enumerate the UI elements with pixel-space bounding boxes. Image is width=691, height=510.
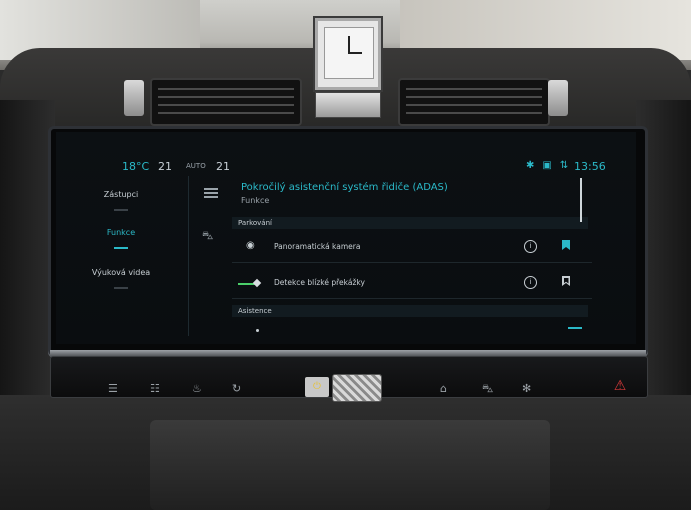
chevron-down-icon [114,241,128,249]
chevron-down-icon [114,281,128,289]
section-header-parking: Parkování [232,217,588,229]
volume-knob[interactable] [332,374,382,402]
nav-item-tutorial-videos[interactable]: Výuková videa [76,268,166,289]
nav-item-shortcuts[interactable]: Zástupci [76,190,166,211]
rear-defrost-icon[interactable]: ☰ [108,382,118,395]
left-nav: Zástupci Funkce Výuková videa [56,172,186,344]
phone-icon: ▣ [542,160,560,171]
car-category-icon[interactable]: ⛍ [202,229,213,244]
bluetooth-icon: ✱ [526,160,543,171]
list-item-label: Detekce blízké překážky [274,278,365,287]
clock-emblem [315,92,381,118]
settings-icon[interactable]: i [524,240,537,253]
bookmark-icon[interactable] [562,276,570,286]
vent-knob-left[interactable] [124,80,144,116]
nav-divider [188,176,189,336]
clock-time: 13:56 [574,160,606,173]
front-defrost-icon[interactable]: ☷ [150,382,160,395]
list-item-panoramic-camera[interactable]: ◉ Panoramatická kamera i [232,232,592,263]
toggle-indicator-icon [252,278,262,288]
fan-icon[interactable]: ✻ [522,382,531,395]
seat-heat-icon[interactable]: ♨ [192,382,202,395]
hazard-button[interactable]: ⚠ [608,375,632,397]
air-vent-left[interactable] [150,78,302,126]
nav-item-label: Zástupci [103,190,139,199]
clock-face [324,27,374,79]
nav-item-functions[interactable]: Funkce [76,228,166,249]
bottom-indicator [568,327,582,329]
bookmark-icon[interactable] [562,240,570,250]
page-title: Pokročilý asistenční systém řidiče (ADAS… [241,182,448,193]
auto-mode-label[interactable]: AUTO [186,162,206,170]
power-button[interactable]: ⏻ [305,377,329,397]
list-item-label: Panoramatická kamera [274,242,361,251]
page-dot [256,329,259,332]
vent-knob-right[interactable] [548,80,568,116]
center-console [150,420,550,510]
chevron-down-icon [114,203,128,211]
nav-item-label: Funkce [106,228,136,237]
menu-icon[interactable] [204,188,218,198]
list-item-obstacle-detection[interactable]: Detekce blízké překážky i [232,268,592,299]
nav-item-label: Výuková videa [91,268,151,277]
home-icon[interactable]: ⌂ [440,382,447,395]
air-vent-right[interactable] [398,78,550,126]
dashboard-clock [315,18,381,90]
temperature-right[interactable]: 21 [216,160,230,173]
car-icon[interactable]: ⛍ [482,382,493,397]
scrollbar[interactable] [580,178,582,222]
status-bar [56,132,636,162]
recirculation-icon[interactable]: ↻ [232,382,241,395]
page-subtitle: Funkce [241,196,270,205]
camera-icon: ◉ [246,240,255,251]
infotainment-screen: 18°C 21 AUTO 21 ✱▣⇅ 13:56 Zástupci Funkc… [56,132,636,344]
status-icons: ✱▣⇅ [526,160,576,171]
info-icon[interactable]: i [524,276,537,289]
dashboard-side-left [0,100,55,400]
section-header-assistance: Asistence [232,305,588,317]
